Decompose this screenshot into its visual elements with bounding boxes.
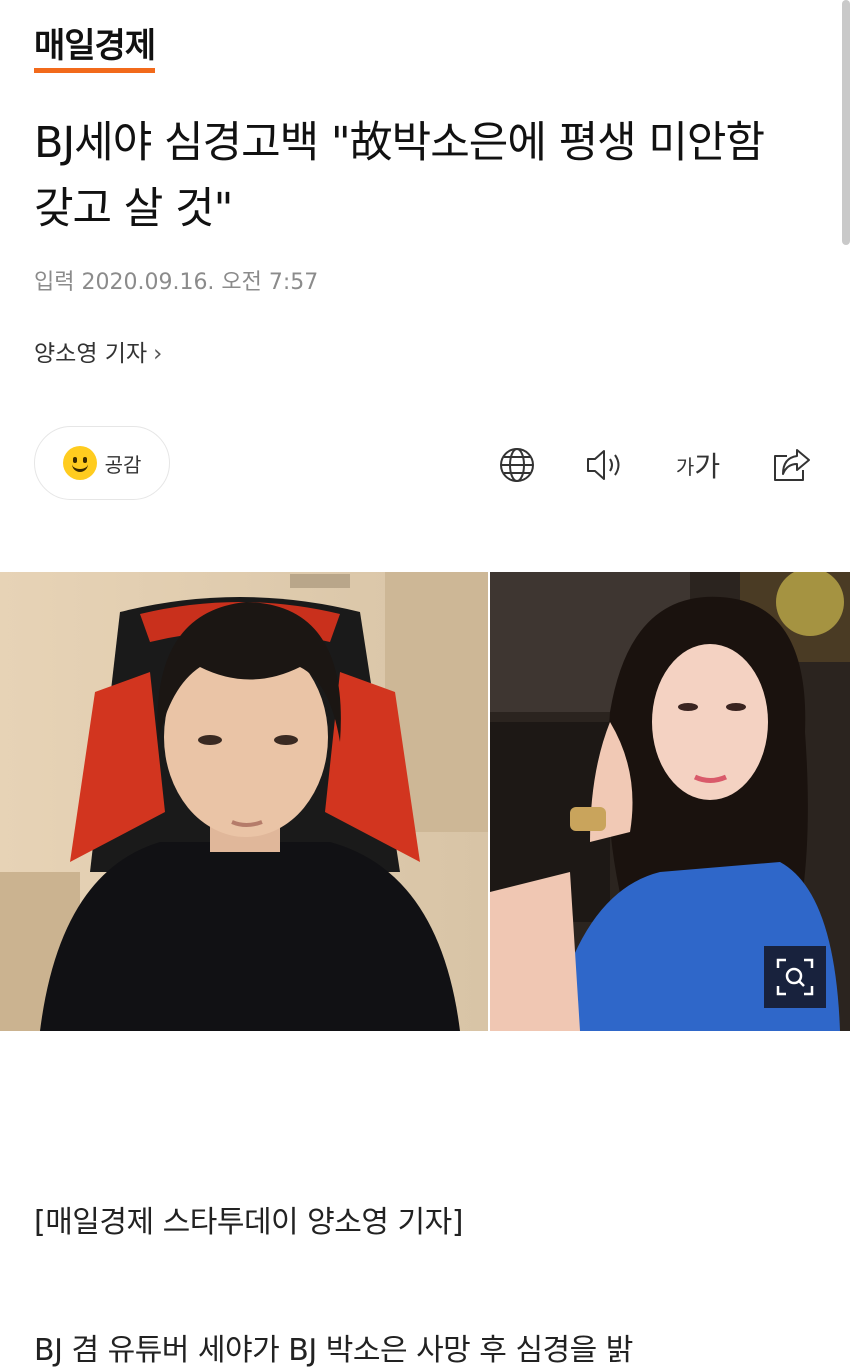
- chevron-right-icon: ›: [153, 341, 163, 367]
- share-icon: [774, 449, 810, 481]
- article-photo[interactable]: [0, 572, 850, 1031]
- empathy-label: 공감: [104, 452, 142, 477]
- publish-date: 입력 2020.09.16. 오전 7:57: [34, 270, 319, 295]
- zoom-icon: [776, 958, 814, 996]
- article-title: BJ세야 심경고백 "故박소은에 평생 미안함 갖고 살 것": [34, 118, 765, 234]
- font-size-large-label: 가: [694, 450, 721, 483]
- publisher-logo[interactable]: 매일경제: [34, 26, 156, 73]
- zoom-button[interactable]: [764, 946, 826, 1008]
- empathy-button[interactable]: 공감: [34, 426, 170, 500]
- article-byline: [매일경제 스타투데이 양소영 기자]: [34, 1205, 463, 1240]
- reporter-name: 양소영 기자: [34, 341, 148, 367]
- reporter-link[interactable]: 양소영 기자 ›: [34, 334, 162, 368]
- font-size-small-label: 가: [675, 454, 695, 479]
- read-aloud-button[interactable]: [584, 440, 630, 490]
- scrollbar[interactable]: [842, 0, 850, 245]
- article-body: BJ 겸 유튜버 세야가 BJ 박소은 사망 후 심경을 밝: [34, 1333, 633, 1368]
- share-button[interactable]: [770, 440, 814, 490]
- speaker-icon: [587, 450, 620, 480]
- globe-icon: [500, 448, 534, 482]
- photo-left-man: [0, 572, 488, 1031]
- smiley-icon: [62, 446, 97, 480]
- font-size-button[interactable]: 가가: [672, 440, 724, 490]
- translate-button[interactable]: [496, 440, 538, 490]
